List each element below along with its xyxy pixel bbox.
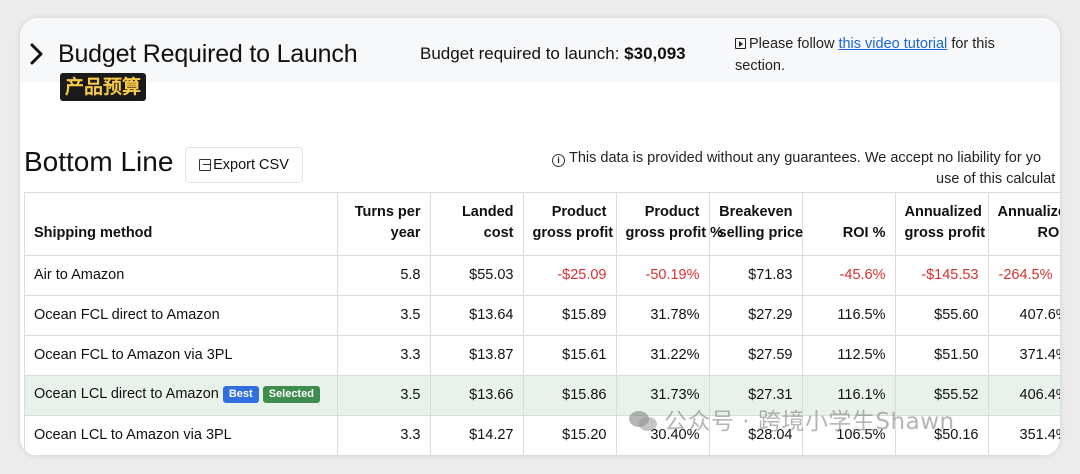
tutorial-note: Please follow this video tutorial for th… — [735, 36, 995, 74]
budget-section-title[interactable]: Budget Required to Launch — [58, 40, 358, 69]
cell-gp-pct: 31.78% — [616, 295, 710, 336]
calculator-card: Budget Required to Launch 产品预算 Budget re… — [20, 18, 1060, 456]
budget-section: Budget Required to Launch 产品预算 Budget re… — [20, 18, 1060, 126]
cell-method: Ocean LCL to Amazon via 3PL — [25, 415, 338, 456]
cell-roi: -45.6% — [802, 255, 896, 296]
cell-gp-pct: 31.22% — [616, 335, 710, 376]
export-csv-button[interactable]: Export CSV — [185, 147, 303, 183]
cell-gp: $15.20 — [523, 415, 617, 456]
budget-amount-value: $30,093 — [624, 44, 686, 63]
video-tutorial-link[interactable]: this video tutorial — [838, 36, 947, 52]
col-header-roi[interactable]: ROI % — [802, 193, 896, 256]
col-header-annualized-gross-profit[interactable]: Annualized gross profit — [895, 193, 989, 256]
cell-turns: 3.5 — [337, 295, 431, 336]
watermark: 公众号 · 跨境小学生Shawn — [628, 402, 955, 436]
info-icon: i — [552, 154, 565, 167]
col-header-shipping-method[interactable]: Shipping method — [25, 193, 338, 256]
best-badge: Best — [222, 386, 259, 403]
cell-method: Air to Amazon — [25, 255, 338, 296]
cell-gp: $15.61 — [523, 335, 617, 376]
cell-gp-pct: -50.19% — [616, 255, 710, 296]
cell-ann-roi: -264.5% — [988, 255, 1060, 296]
cell-turns: 5.8 — [337, 255, 431, 296]
budget-amount-label: Budget required to launch: — [420, 44, 620, 63]
col-header-breakeven[interactable]: Breakeven selling price — [709, 193, 803, 256]
cell-method: Ocean FCL to Amazon via 3PL — [25, 335, 338, 376]
cell-landed: $14.27 — [430, 415, 524, 456]
chevron-right-icon[interactable] — [28, 41, 46, 67]
budget-amount: Budget required to launch: $30,093 — [420, 44, 686, 64]
col-header-annualized-roi[interactable]: AnnualizeROI % — [988, 193, 1060, 256]
table-row[interactable]: Air to Amazon 5.8 $55.03 -$25.09 -50.19%… — [25, 255, 1060, 296]
cell-turns: 3.5 — [337, 375, 431, 416]
cell-breakeven: $27.29 — [709, 295, 803, 336]
col-header-gross-profit-pct[interactable]: Product gross profit % — [616, 193, 723, 256]
chinese-caption-tag: 产品预算 — [60, 73, 147, 101]
cell-landed: $55.03 — [430, 255, 524, 296]
video-icon — [735, 38, 746, 49]
table-header-row: Shipping method Turns per year Landed cost… — [25, 193, 1060, 256]
cell-landed: $13.66 — [430, 375, 524, 416]
cell-breakeven: $71.83 — [709, 255, 803, 296]
cell-ann-gp: $51.50 — [895, 335, 989, 376]
cell-turns: 3.3 — [337, 335, 431, 376]
cell-ann-gp: $55.60 — [895, 295, 989, 336]
table-row[interactable]: Ocean FCL direct to Amazon 3.5 $13.64 $1… — [25, 295, 1060, 336]
cell-roi: 112.5% — [802, 335, 896, 376]
selected-badge: Selected — [262, 386, 320, 403]
table-row[interactable]: Ocean FCL to Amazon via 3PL 3.3 $13.87 $… — [25, 335, 1060, 376]
col-header-landed-cost[interactable]: Landed cost — [430, 193, 524, 256]
col-header-gross-profit[interactable]: Product gross profit — [523, 193, 617, 256]
cell-ann-roi: 407.6% — [988, 295, 1060, 336]
disclaimer: i This data is provided without any guara… — [552, 148, 1060, 190]
wechat-icon — [629, 411, 657, 431]
export-icon — [199, 159, 212, 171]
cell-ann-roi: 371.4% — [988, 335, 1060, 376]
cell-ann-roi: 406.4% — [988, 375, 1060, 416]
cell-method: Ocean FCL direct to Amazon — [25, 295, 338, 336]
cell-ann-gp: -$145.53 — [895, 255, 989, 296]
col-header-turns[interactable]: Turns per year — [337, 193, 431, 256]
cell-turns: 3.3 — [337, 415, 431, 456]
cell-gp: -$25.09 — [523, 255, 617, 296]
cell-ann-roi: 351.4% — [988, 415, 1060, 456]
cell-breakeven: $27.59 — [709, 335, 803, 376]
cell-gp: $15.86 — [523, 375, 617, 416]
bottom-line-title: Bottom Line — [24, 146, 174, 177]
cell-gp: $15.89 — [523, 295, 617, 336]
cell-landed: $13.64 — [430, 295, 524, 336]
cell-landed: $13.87 — [430, 335, 524, 376]
cell-roi: 116.5% — [802, 295, 896, 336]
cell-method: Ocean LCL direct to Amazon Best Selected — [25, 375, 338, 416]
